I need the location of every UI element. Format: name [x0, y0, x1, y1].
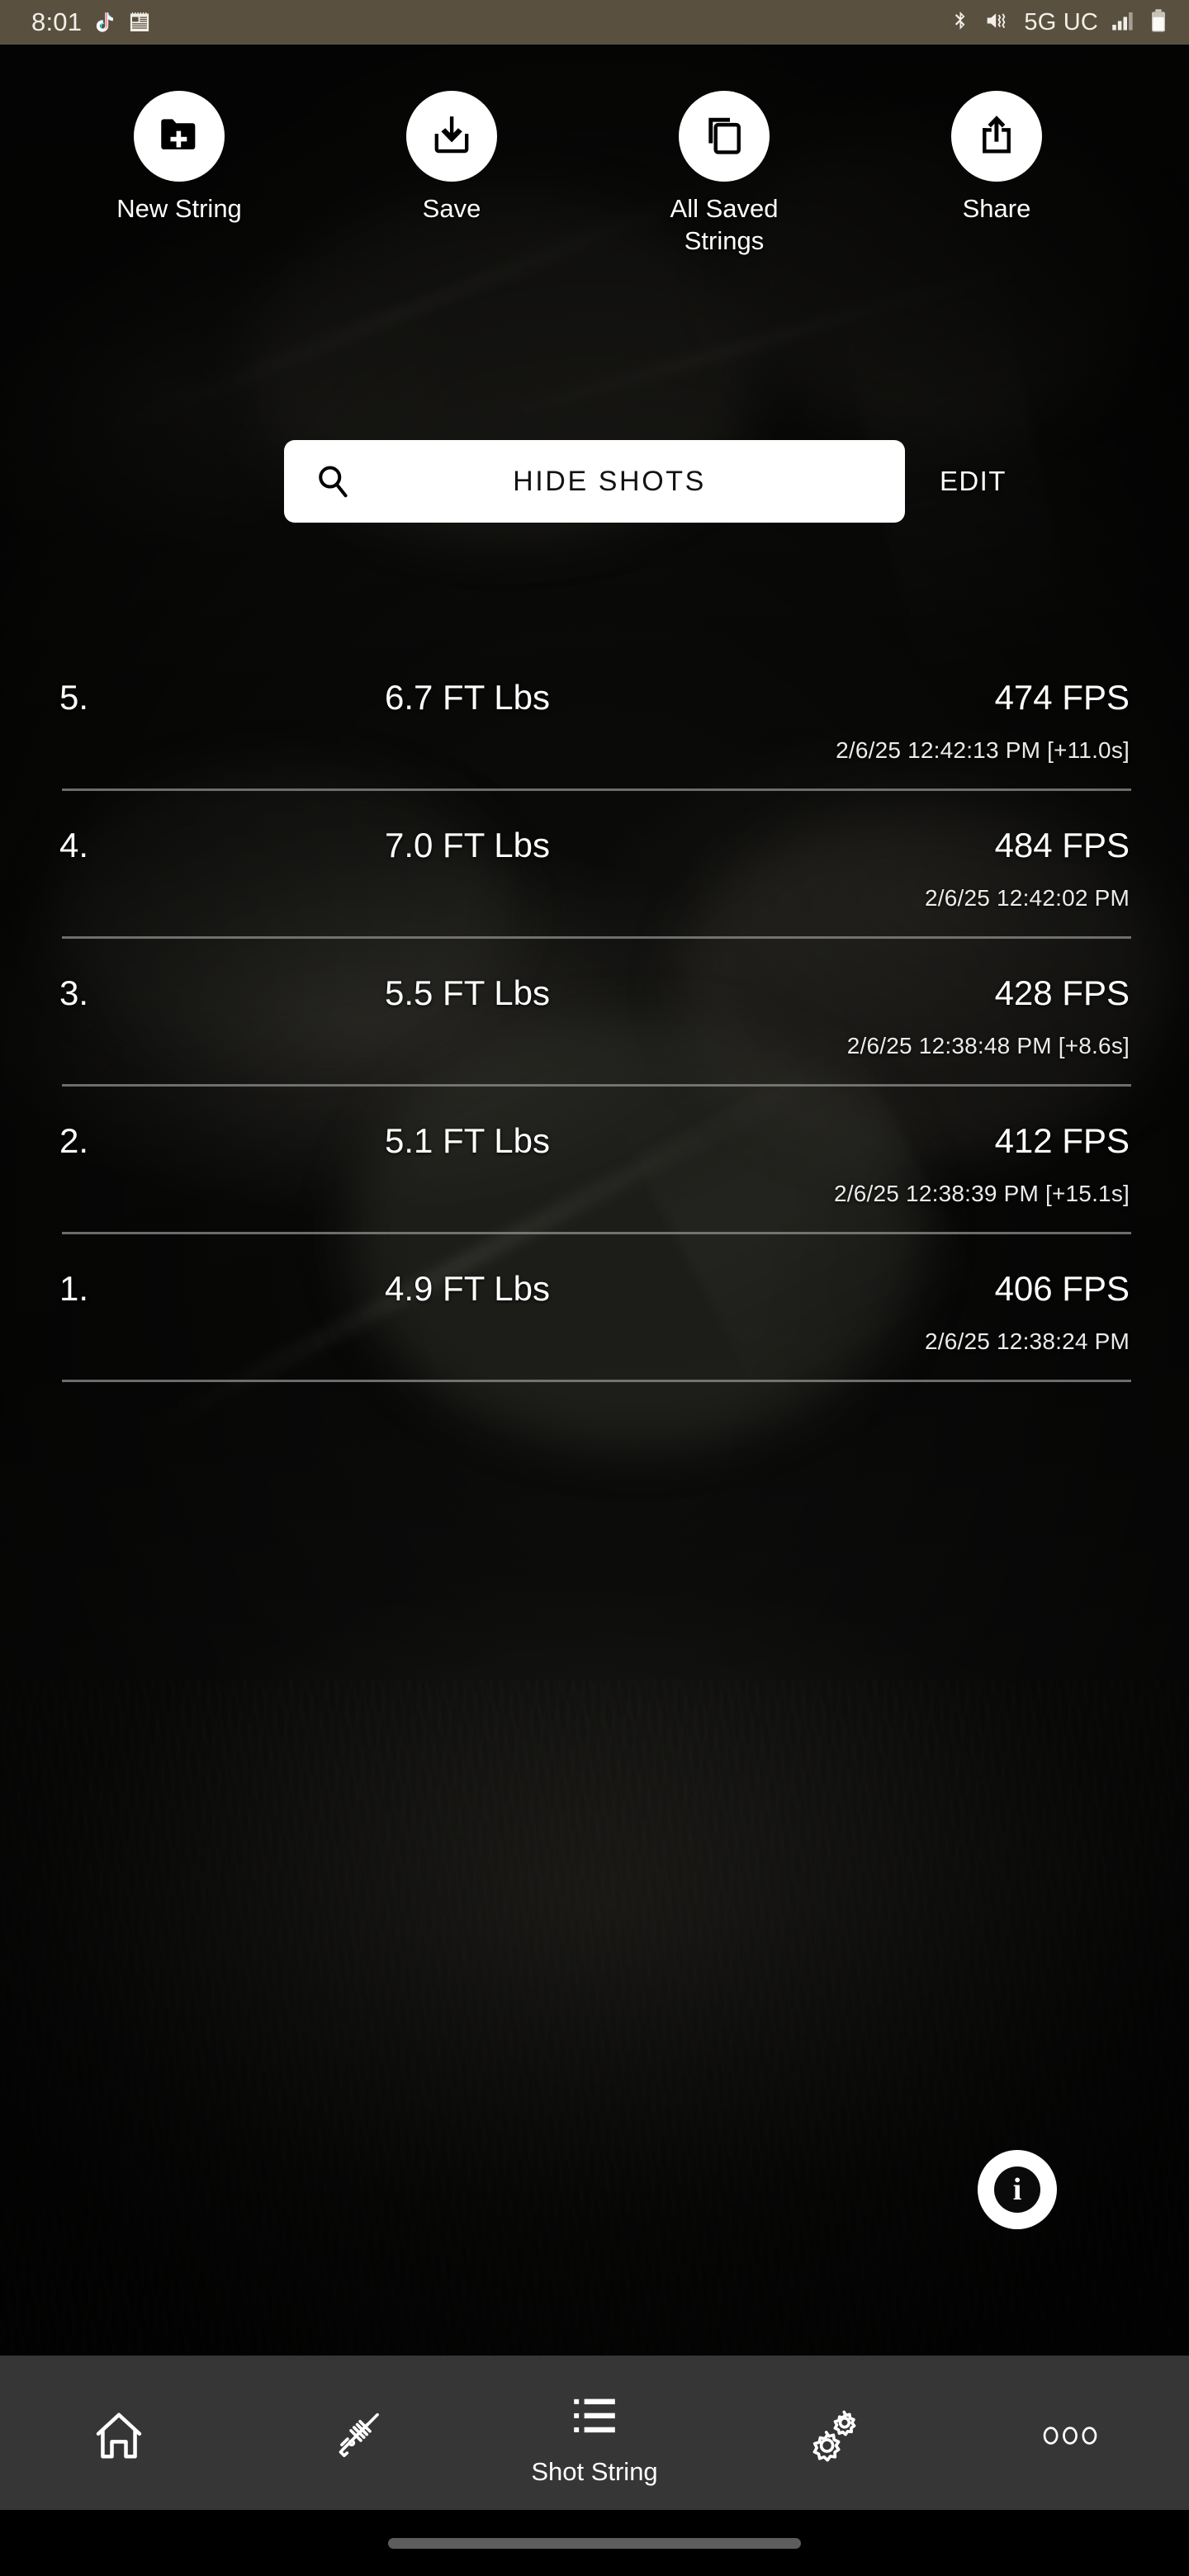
download-icon	[429, 111, 475, 162]
search-row: HIDE SHOTS EDIT	[0, 440, 1189, 523]
row-divider	[62, 1232, 1131, 1234]
all-saved-strings-label: All Saved Strings	[670, 196, 779, 253]
shot-timestamp: 2/6/25 12:42:13 PM [+11.0s]	[836, 737, 1130, 763]
row-divider	[62, 788, 1131, 791]
news-icon	[128, 10, 151, 36]
shot-timestamp: 2/6/25 12:38:48 PM [+8.6s]	[846, 1033, 1130, 1058]
shot-velocity: 474 FPS	[994, 678, 1130, 717]
shot-timestamp: 2/6/25 12:42:02 PM	[925, 885, 1130, 911]
battery-icon	[1149, 8, 1168, 37]
all-saved-strings-label-line2: Strings	[684, 226, 765, 255]
shot-velocity: 412 FPS	[994, 1121, 1130, 1160]
network-type-label: 5G UC	[1024, 8, 1098, 36]
app-root: 8:01 5G UC New String Save All Saved Str…	[0, 0, 1189, 2576]
copy-stack-icon	[701, 111, 747, 162]
row-divider	[62, 1084, 1131, 1087]
save-button[interactable]: Save	[315, 91, 588, 253]
all-saved-strings-label-text: All Saved	[670, 194, 779, 223]
save-label: Save	[423, 196, 481, 221]
edit-button[interactable]: EDIT	[940, 466, 1007, 497]
shot-string-list: 5. 6.7 FT Lbs 474 FPS 2/6/25 12:42:13 PM…	[0, 655, 1189, 1394]
bottom-nav: Shot String	[0, 2356, 1189, 2510]
home-icon	[91, 2404, 147, 2467]
new-string-button-circle[interactable]	[134, 91, 225, 182]
share-label-text: Share	[962, 194, 1031, 223]
nav-item-rifle[interactable]	[238, 2356, 476, 2510]
status-bar-left: 8:01	[31, 7, 151, 37]
table-row[interactable]: 3. 5.5 FT Lbs 428 FPS 2/6/25 12:38:48 PM…	[0, 950, 1189, 1098]
table-row[interactable]: 1. 4.9 FT Lbs 406 FPS 2/6/25 12:38:24 PM	[0, 1246, 1189, 1394]
shot-row-main: 4. 7.0 FT Lbs 484 FPS	[0, 826, 1189, 874]
list-icon	[569, 2384, 620, 2447]
shot-timestamp: 2/6/25 12:38:24 PM	[925, 1328, 1130, 1354]
shot-velocity: 406 FPS	[994, 1269, 1130, 1308]
vibrate-mute-icon	[984, 8, 1011, 37]
new-string-label: New String	[116, 196, 242, 221]
gesture-bar[interactable]	[388, 2537, 801, 2549]
shot-velocity: 484 FPS	[994, 826, 1130, 864]
all-saved-strings-button-circle[interactable]	[679, 91, 770, 182]
info-glyph: i	[1012, 2172, 1022, 2207]
share-label: Share	[963, 196, 1031, 221]
info-button[interactable]: i	[978, 2150, 1057, 2229]
info-icon: i	[994, 2166, 1040, 2213]
bluetooth-icon	[949, 8, 971, 37]
new-string-button[interactable]: New String	[43, 91, 315, 253]
status-bar-clock: 8:01	[31, 7, 83, 36]
gesture-nav-area	[0, 2510, 1189, 2576]
magnifier-icon	[314, 462, 352, 500]
shot-row-main: 3. 5.5 FT Lbs 428 FPS	[0, 973, 1189, 1021]
nav-item-more[interactable]	[951, 2356, 1189, 2510]
shot-timestamp: 2/6/25 12:38:39 PM [+15.1s]	[834, 1181, 1130, 1206]
signal-bars-icon	[1111, 10, 1136, 36]
save-button-circle[interactable]	[406, 91, 497, 182]
row-divider	[62, 936, 1131, 939]
table-row[interactable]: 5. 6.7 FT Lbs 474 FPS 2/6/25 12:42:13 PM…	[0, 655, 1189, 803]
share-upload-icon	[973, 111, 1020, 162]
more-dots-icon	[1040, 2404, 1100, 2467]
new-string-label-text: New String	[116, 194, 242, 223]
folder-plus-icon	[155, 111, 203, 163]
share-button-circle[interactable]	[951, 91, 1042, 182]
tiktok-icon	[92, 9, 117, 36]
status-bar: 8:01 5G UC	[0, 0, 1189, 45]
shot-row-main: 5. 6.7 FT Lbs 474 FPS	[0, 678, 1189, 726]
nav-item-shot-string-label: Shot String	[531, 2456, 658, 2486]
all-saved-strings-button[interactable]: All Saved Strings	[588, 91, 860, 253]
nav-item-settings[interactable]	[713, 2356, 951, 2510]
hide-shots-label: HIDE SHOTS	[513, 465, 706, 497]
status-bar-right: 5G UC	[949, 8, 1168, 37]
hide-shots-button[interactable]: HIDE SHOTS	[284, 440, 905, 523]
row-divider	[62, 1380, 1131, 1382]
nav-item-home[interactable]	[0, 2356, 238, 2510]
table-row[interactable]: 4. 7.0 FT Lbs 484 FPS 2/6/25 12:42:02 PM	[0, 803, 1189, 950]
table-row[interactable]: 2. 5.1 FT Lbs 412 FPS 2/6/25 12:38:39 PM…	[0, 1098, 1189, 1246]
shot-velocity: 428 FPS	[994, 973, 1130, 1012]
rifle-icon	[328, 2404, 386, 2467]
action-toolbar: New String Save All Saved Strings Share	[0, 91, 1189, 253]
shot-row-main: 1. 4.9 FT Lbs 406 FPS	[0, 1269, 1189, 1317]
save-label-text: Save	[422, 194, 481, 223]
share-button[interactable]: Share	[860, 91, 1133, 253]
gears-icon	[803, 2404, 861, 2467]
shot-row-main: 2. 5.1 FT Lbs 412 FPS	[0, 1121, 1189, 1169]
nav-item-shot-string[interactable]: Shot String	[476, 2356, 713, 2510]
